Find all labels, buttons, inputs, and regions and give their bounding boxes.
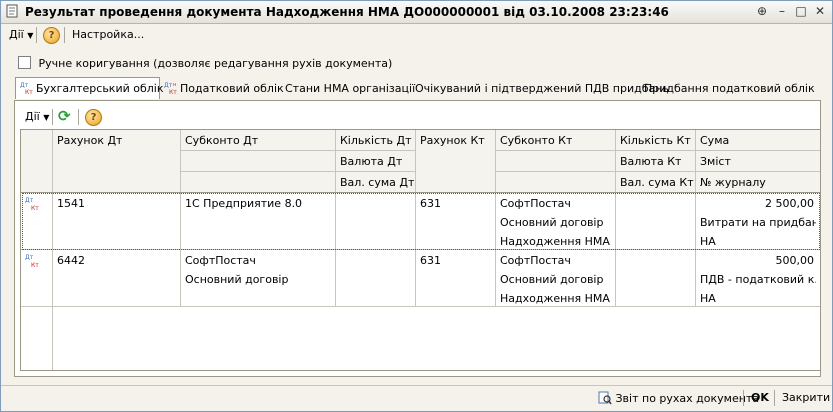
maximize-button[interactable]: □ xyxy=(793,4,809,20)
header-divider xyxy=(495,171,820,172)
ok-button[interactable]: OK xyxy=(751,391,769,404)
document-results-window: Результат проведення документа Надходжен… xyxy=(0,0,833,412)
header-kt-account[interactable]: Рахунок Кт xyxy=(420,134,485,147)
report-button-label: Звіт по рухах документа xyxy=(615,392,760,405)
svg-text:Кт: Кт xyxy=(31,262,39,269)
header-kt-qty[interactable]: Кількість Кт xyxy=(620,134,691,147)
toolbar-divider xyxy=(64,27,65,43)
chevron-down-icon: ▼ xyxy=(43,113,50,122)
movements-table: Рахунок Дт Субконто Дт Кількість Дт Валю… xyxy=(20,129,821,371)
tab-label: Придбання податковий облік xyxy=(644,82,815,95)
header-content[interactable]: Зміст xyxy=(700,155,731,168)
svg-text:Кт: Кт xyxy=(31,205,39,212)
row2-kt-account: 631 xyxy=(420,254,441,267)
help-icon[interactable]: ? xyxy=(43,27,60,44)
title-bar: Результат проведення документа Надходжен… xyxy=(1,1,832,24)
header-dt-cur-sum[interactable]: Вал. сума Дт xyxy=(340,176,414,189)
tab-label: Податковий облік xyxy=(180,82,284,95)
row2-dt-subconto-1: СофтПостач xyxy=(185,254,256,267)
toolbar-divider xyxy=(78,109,79,125)
row2-kt-subconto-1: СофтПостач xyxy=(500,254,571,267)
dt-kt-tax-icon: Дт н Кт xyxy=(164,81,178,96)
minimize-button[interactable]: – xyxy=(774,4,790,20)
svg-text:Дт: Дт xyxy=(25,197,34,204)
row2-sum: 500,00 xyxy=(775,254,815,267)
row2-dt-account: 6442 xyxy=(57,254,85,267)
header-dt-subconto[interactable]: Субконто Дт xyxy=(185,134,258,147)
toolbar-divider xyxy=(36,27,37,43)
dt-kt-icon: Дт Кт xyxy=(25,253,43,269)
tab-nma-states[interactable]: Стани НМА організації xyxy=(281,79,419,99)
svg-text:Кт: Кт xyxy=(169,89,177,95)
header-divider xyxy=(180,150,416,151)
header-dt-currency[interactable]: Валюта Дт xyxy=(340,155,402,168)
toolbar: Дії ▼ ? Настройка... xyxy=(1,24,832,46)
manual-edit-checkbox[interactable]: Ручне коригування (дозволяє редагування … xyxy=(18,56,392,70)
row1-journal: НА xyxy=(700,235,716,248)
row1-kt-account: 631 xyxy=(420,197,441,210)
row1-content: Витрати на придбан... xyxy=(700,216,816,229)
refresh-icon[interactable]: ⟳ xyxy=(58,107,71,125)
checkbox-box[interactable] xyxy=(18,56,31,69)
svg-text:Дт: Дт xyxy=(164,82,173,89)
row2-content: ПДВ - податковий к... xyxy=(700,273,816,286)
actions-menu-label: Дії xyxy=(9,28,24,41)
document-icon xyxy=(6,4,18,18)
header-kt-currency[interactable]: Валюта Кт xyxy=(620,155,681,168)
header-dt-qty[interactable]: Кількість Дт xyxy=(340,134,412,147)
chevron-down-icon: ▼ xyxy=(27,31,34,40)
header-dt-account[interactable]: Рахунок Дт xyxy=(57,134,122,147)
close-dialog-button[interactable]: Закрити xyxy=(782,391,830,404)
header-divider xyxy=(495,150,820,151)
header-kt-cur-sum[interactable]: Вал. сума Кт xyxy=(620,176,694,189)
row2-kt-subconto-3: Надходження НМА ... xyxy=(500,292,613,305)
row2-kt-subconto-2: Основний договір xyxy=(500,273,604,286)
dt-kt-icon: Дт Кт xyxy=(25,196,43,212)
manual-edit-label: Ручне коригування (дозволяє редагування … xyxy=(38,57,393,70)
tab-label: Стани НМА організації xyxy=(285,82,416,95)
tab-tax-purchases[interactable]: Придбання податковий облік xyxy=(640,79,819,99)
footer-divider xyxy=(743,390,744,406)
row1-sum: 2 500,00 xyxy=(765,197,814,210)
svg-text:Дт: Дт xyxy=(20,82,29,89)
pin-icon[interactable]: ⊕ xyxy=(754,4,770,20)
footer-divider xyxy=(774,390,775,406)
toolbar-divider xyxy=(52,109,53,125)
tab-tax[interactable]: Дт н Кт Податковий облік xyxy=(160,79,288,99)
row1-dt-account: 1541 xyxy=(57,197,85,210)
settings-button[interactable]: Настройка... xyxy=(72,28,144,41)
row1-kt-subconto-3: Надходження НМА ... xyxy=(500,235,613,248)
svg-text:Дт: Дт xyxy=(25,254,34,261)
actions-menu[interactable]: Дії ▼ xyxy=(9,28,33,41)
table-actions-label: Дії xyxy=(25,110,40,123)
window-title: Результат проведення документа Надходжен… xyxy=(25,5,669,19)
header-divider xyxy=(180,171,416,172)
help-icon[interactable]: ? xyxy=(85,109,102,126)
svg-text:н: н xyxy=(173,82,176,88)
header-kt-subconto[interactable]: Субконто Кт xyxy=(500,134,572,147)
row1-kt-subconto-2: Основний договір xyxy=(500,216,604,229)
header-journal[interactable]: № журналу xyxy=(700,176,766,189)
close-button[interactable]: ✕ xyxy=(812,4,828,20)
tab-accounting[interactable]: Дт Кт Бухгалтерський облік xyxy=(15,77,164,99)
table-actions-menu[interactable]: Дії ▼ xyxy=(25,110,49,123)
tab-label: Бухгалтерський облік xyxy=(36,82,164,95)
row2-journal: НА xyxy=(700,292,716,305)
row-divider xyxy=(21,306,820,307)
svg-text:Кт: Кт xyxy=(25,89,33,95)
footer-divider xyxy=(1,385,832,386)
report-icon xyxy=(598,391,612,405)
footer-bar: Звіт по рухах документа OK Закрити xyxy=(1,385,832,411)
dt-kt-icon: Дт Кт xyxy=(20,81,34,96)
row1-kt-subconto-1: СофтПостач xyxy=(500,197,571,210)
row2-dt-subconto-2: Основний договір xyxy=(185,273,289,286)
tab-label: Очікуваний і підтверджений ПДВ придбань xyxy=(415,82,669,95)
report-button[interactable]: Звіт по рухах документа xyxy=(598,391,759,405)
tab-vat[interactable]: Очікуваний і підтверджений ПДВ придбань xyxy=(411,79,673,99)
header-sum[interactable]: Сума xyxy=(700,134,729,147)
row1-dt-subconto-1: 1С Предприятие 8.0 xyxy=(185,197,303,210)
